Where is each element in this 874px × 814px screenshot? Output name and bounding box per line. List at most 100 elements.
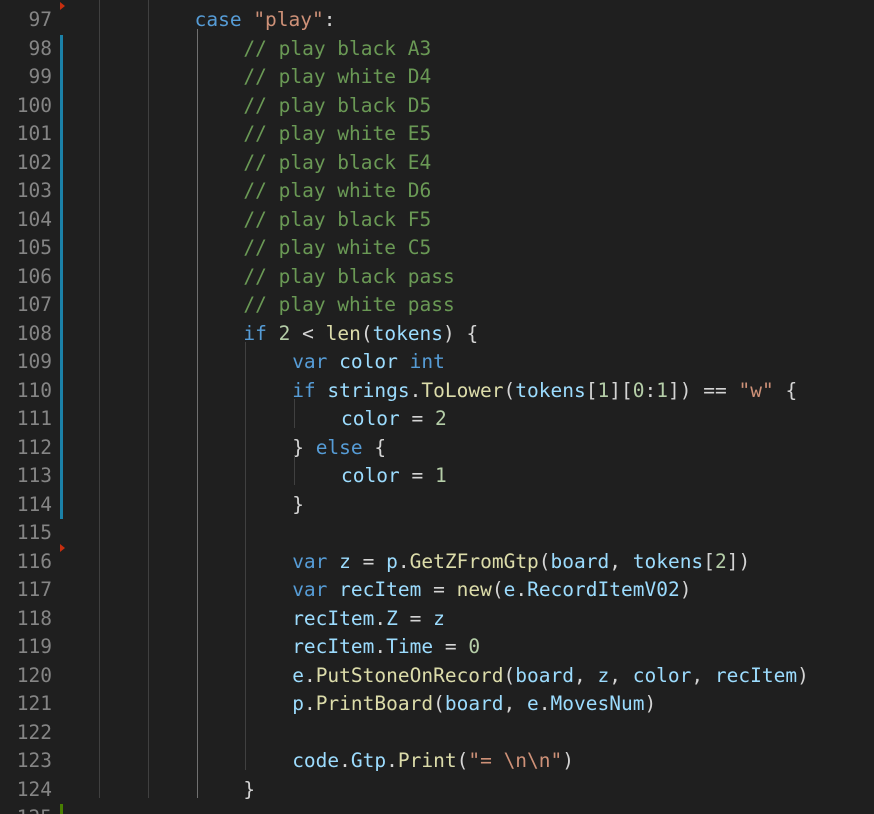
code-line: recItem.Z = z <box>292 605 445 634</box>
code-token: "= \n\n" <box>468 749 563 772</box>
code-token: // play white E5 <box>243 122 432 145</box>
code-token: [ <box>585 378 598 402</box>
code-token: Z <box>386 606 398 630</box>
line-number: 125 <box>0 804 52 814</box>
code-token: GetZFromGtp <box>409 549 539 573</box>
code-token: < <box>290 321 326 345</box>
code-token: "play" <box>253 8 324 31</box>
code-line: // play white D6 <box>243 177 431 206</box>
line-number: 123 <box>16 749 52 772</box>
code-token: ) <box>738 549 751 573</box>
code-line: var z = p.GetZFromGtp(board, tokens[2]) <box>292 548 750 577</box>
code-token: = <box>399 407 435 430</box>
code-token: var <box>292 578 328 601</box>
code-token: var <box>292 549 328 573</box>
code-token: tokens <box>372 321 444 345</box>
code-token: ToLower <box>421 378 504 402</box>
code-token: // play black D5 <box>243 93 432 117</box>
code-token: color <box>341 407 400 430</box>
line-number: 111 <box>16 407 52 430</box>
code-token: . <box>303 692 316 715</box>
code-line: e.PutStoneOnRecord(board, z, color, recI… <box>292 662 809 691</box>
code-editor[interactable]: 97 98 99 100 101 102 103 104 105 106 107 108 109 110 1… <box>0 0 874 814</box>
diff-deleted-indicator[interactable] <box>60 2 65 10</box>
code-token: { <box>374 435 387 459</box>
line-number: 100 <box>16 93 52 117</box>
indent-guide <box>99 0 100 798</box>
code-line: } <box>292 491 304 520</box>
code-token: if <box>243 321 267 345</box>
line-number: 107 <box>16 293 52 316</box>
code-token: ( <box>503 378 516 402</box>
line-number: 124 <box>16 777 52 801</box>
line-number: 102 <box>16 150 52 174</box>
code-line: // play white pass <box>243 291 454 320</box>
code-line: // play black A3 <box>243 35 431 64</box>
code-token: ] <box>668 378 680 402</box>
code-token: Print <box>397 749 457 772</box>
code-token: PrintBoard <box>315 692 434 715</box>
code-token: . <box>374 606 387 630</box>
code-token: z <box>433 606 445 630</box>
code-token: 2 <box>714 549 727 573</box>
code-token: // play white C5 <box>243 236 432 259</box>
code-token: var <box>292 350 328 373</box>
line-number: 108 <box>16 321 52 345</box>
code-token: 1 <box>434 464 447 487</box>
code-area[interactable]: case "play":// play black A3// play whit… <box>92 0 874 814</box>
code-token: case <box>194 8 242 31</box>
code-line: color = 2 <box>341 405 447 434</box>
code-token: : <box>323 8 336 31</box>
diff-deleted-indicator[interactable] <box>60 543 65 552</box>
code-token: // play black F5 <box>243 207 432 231</box>
code-token: ] <box>609 378 621 402</box>
code-token: if <box>292 378 316 402</box>
code-token: { <box>466 321 479 345</box>
code-line: code.Gtp.Print("= \n\n") <box>292 747 574 776</box>
code-token: z <box>339 549 351 573</box>
code-token: , <box>691 663 715 687</box>
line-number: 115 <box>16 521 52 544</box>
code-token: . <box>409 378 422 402</box>
code-line: } <box>243 776 255 805</box>
code-token: 0 <box>468 635 481 658</box>
code-token: . <box>386 749 398 772</box>
line-number: 106 <box>16 264 52 288</box>
code-token: // play white pass <box>243 293 455 316</box>
code-token: recItem <box>292 635 375 658</box>
code-token: p <box>386 549 398 573</box>
code-token: ) <box>797 663 809 687</box>
code-token: recItem <box>339 578 422 601</box>
diff-change-indicator[interactable] <box>60 34 63 519</box>
code-token: Time <box>386 635 434 658</box>
line-number-gutter[interactable]: 97 98 99 100 101 102 103 104 105 106 107 108 109 110 1… <box>0 0 92 814</box>
code-token: "w" <box>738 378 774 402</box>
code-token: [ <box>621 378 633 402</box>
line-number: 113 <box>16 464 52 487</box>
code-token: // play black E4 <box>243 150 432 174</box>
code-line: // play white D4 <box>243 63 431 92</box>
code-token: , <box>503 692 528 715</box>
code-token: Gtp <box>350 749 387 772</box>
diff-change-indicator[interactable] <box>60 804 63 814</box>
line-number: 105 <box>16 236 52 259</box>
code-token: p <box>292 692 304 715</box>
line-number: 122 <box>16 720 52 744</box>
code-token: . <box>397 549 410 573</box>
code-line: // play black E4 <box>243 149 431 178</box>
code-token: PutStoneOnRecord <box>315 663 504 687</box>
code-token: else <box>315 435 363 459</box>
code-token: recItem <box>292 606 375 630</box>
code-token: color <box>339 350 398 373</box>
code-line: var recItem = new(e.RecordItemV02) <box>292 576 691 605</box>
code-token: board <box>515 663 574 687</box>
line-number: 119 <box>16 635 52 658</box>
code-line: // play black D5 <box>243 92 431 121</box>
code-token: tokens <box>515 378 586 402</box>
code-line: // play black F5 <box>243 206 431 235</box>
code-token: ( <box>503 663 516 687</box>
